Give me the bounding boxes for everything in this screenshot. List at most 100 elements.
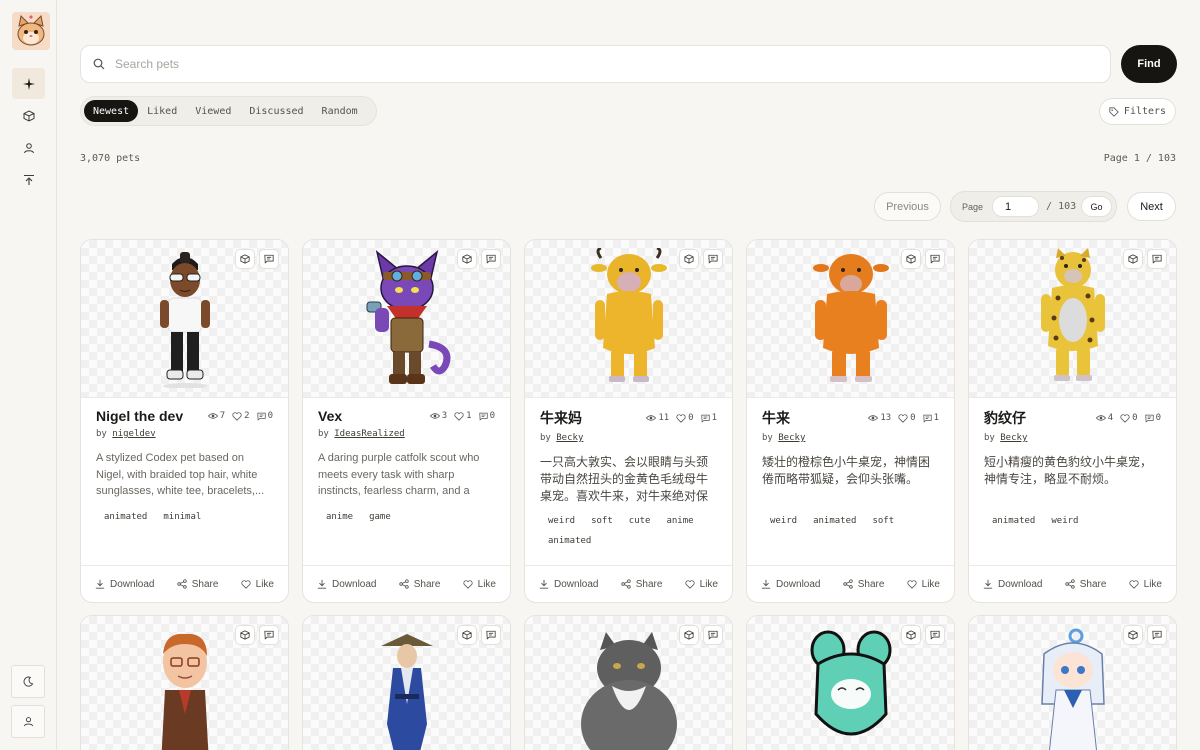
- share-button[interactable]: Share: [843, 579, 884, 590]
- nav-models[interactable]: [12, 100, 45, 131]
- nav-upload[interactable]: [12, 164, 45, 195]
- download-button[interactable]: Download: [761, 579, 820, 590]
- download-button[interactable]: Download: [317, 579, 376, 590]
- tag[interactable]: cute: [621, 514, 659, 528]
- pet-image[interactable]: [303, 616, 510, 750]
- download-button[interactable]: Download: [983, 579, 1042, 590]
- comments-button[interactable]: [259, 249, 279, 269]
- share-button[interactable]: Share: [1065, 579, 1106, 590]
- pet-title[interactable]: 豹纹仔: [984, 408, 1026, 428]
- author-link[interactable]: Becky: [556, 433, 583, 443]
- like-button[interactable]: Like: [1129, 579, 1162, 590]
- comments-button[interactable]: [1147, 249, 1167, 269]
- pet-image[interactable]: [303, 240, 510, 398]
- tab-discussed[interactable]: Discussed: [240, 100, 312, 122]
- pet-title[interactable]: 牛来: [762, 408, 790, 428]
- pet-card[interactable]: [302, 615, 511, 750]
- user-icon: [23, 717, 33, 727]
- pet-card[interactable]: 牛来妈 11 0 1 by Becky 一只高大敦实、会以眼睛与头颈带动自然扭头…: [524, 239, 733, 603]
- pet-card[interactable]: 牛来 13 0 1 by Becky 矮壮的橙棕色小牛桌宠，神情困倦而略带狐疑，…: [746, 239, 955, 603]
- view-3d-button[interactable]: [235, 625, 255, 645]
- pet-image[interactable]: [81, 240, 288, 398]
- view-3d-button[interactable]: [901, 249, 921, 269]
- share-button[interactable]: Share: [399, 579, 440, 590]
- author-link[interactable]: IdeasRealized: [334, 429, 404, 439]
- pet-image[interactable]: [525, 616, 732, 750]
- tag[interactable]: soft: [583, 514, 621, 528]
- pet-image[interactable]: [747, 240, 954, 398]
- app-logo[interactable]: [12, 12, 50, 50]
- tab-random[interactable]: Random: [313, 100, 367, 122]
- pet-card[interactable]: 豹纹仔 4 0 0 by Becky 短小精瘦的黄色豹纹小牛桌宠，神情专注，略显…: [968, 239, 1177, 603]
- pet-card[interactable]: [80, 615, 289, 750]
- comments-button[interactable]: [259, 625, 279, 645]
- tab-newest[interactable]: Newest: [84, 100, 139, 122]
- tag[interactable]: game: [361, 510, 399, 524]
- go-button[interactable]: Go: [1081, 196, 1112, 217]
- pet-image[interactable]: [81, 616, 288, 750]
- tag[interactable]: animated: [805, 514, 864, 528]
- comments-button[interactable]: [481, 625, 501, 645]
- pet-image[interactable]: [969, 616, 1176, 750]
- pet-card[interactable]: Nigel the dev 7 2 0 by nigeldev A styliz…: [80, 239, 289, 603]
- tab-liked[interactable]: Liked: [138, 100, 186, 122]
- view-3d-button[interactable]: [1123, 625, 1143, 645]
- tag[interactable]: weird: [1043, 514, 1086, 528]
- share-button[interactable]: Share: [621, 579, 662, 590]
- comments-button[interactable]: [925, 625, 945, 645]
- like-button[interactable]: Like: [907, 579, 940, 590]
- share-icon: [399, 579, 409, 589]
- next-button[interactable]: Next: [1127, 192, 1176, 221]
- share-button[interactable]: Share: [177, 579, 218, 590]
- view-3d-button[interactable]: [235, 249, 255, 269]
- tag[interactable]: minimal: [155, 510, 209, 524]
- download-button[interactable]: Download: [95, 579, 154, 590]
- nav-discover[interactable]: [12, 68, 45, 99]
- comments-button[interactable]: [703, 249, 723, 269]
- tag[interactable]: weird: [540, 514, 583, 528]
- pet-card[interactable]: Vex 3 1 0 by IdeasRealized A daring purp…: [302, 239, 511, 603]
- tag-icon: [1109, 106, 1119, 117]
- account-button[interactable]: [11, 705, 45, 738]
- previous-button[interactable]: Previous: [874, 192, 941, 221]
- tab-viewed[interactable]: Viewed: [186, 100, 240, 122]
- tag[interactable]: animated: [984, 514, 1043, 528]
- page-number-input[interactable]: [992, 196, 1040, 217]
- search-input[interactable]: [115, 57, 1015, 71]
- comments-button[interactable]: [1147, 625, 1167, 645]
- tag[interactable]: animated: [540, 534, 599, 548]
- pet-title[interactable]: Nigel the dev: [96, 408, 183, 424]
- pet-image[interactable]: [747, 616, 954, 750]
- tag[interactable]: animated: [96, 510, 155, 524]
- like-button[interactable]: Like: [685, 579, 718, 590]
- filters-button[interactable]: Filters: [1099, 98, 1176, 125]
- author-link[interactable]: Becky: [1000, 433, 1027, 443]
- filters-label: Filters: [1123, 106, 1167, 117]
- comments-button[interactable]: [703, 625, 723, 645]
- download-button[interactable]: Download: [539, 579, 598, 590]
- pet-card[interactable]: [524, 615, 733, 750]
- tag[interactable]: anime: [318, 510, 361, 524]
- comments-button[interactable]: [481, 249, 501, 269]
- tag[interactable]: weird: [762, 514, 805, 528]
- author-link[interactable]: Becky: [778, 433, 805, 443]
- pet-title[interactable]: 牛来妈: [540, 408, 582, 428]
- tag[interactable]: anime: [658, 514, 701, 528]
- view-3d-button[interactable]: [679, 249, 699, 269]
- theme-toggle-button[interactable]: [11, 665, 45, 698]
- pet-card[interactable]: [746, 615, 955, 750]
- pet-title[interactable]: Vex: [318, 408, 342, 424]
- view-3d-button[interactable]: [457, 249, 477, 269]
- like-button[interactable]: Like: [241, 579, 274, 590]
- author-link[interactable]: nigeldev: [112, 429, 155, 439]
- comments-button[interactable]: [925, 249, 945, 269]
- like-button[interactable]: Like: [463, 579, 496, 590]
- nav-profile[interactable]: [12, 132, 45, 163]
- pet-image[interactable]: [969, 240, 1176, 398]
- pet-card[interactable]: [968, 615, 1177, 750]
- view-3d-button[interactable]: [457, 625, 477, 645]
- tag[interactable]: soft: [864, 514, 902, 528]
- view-3d-button[interactable]: [1123, 249, 1143, 269]
- pet-image[interactable]: [525, 240, 732, 398]
- find-button[interactable]: Find: [1121, 45, 1177, 83]
